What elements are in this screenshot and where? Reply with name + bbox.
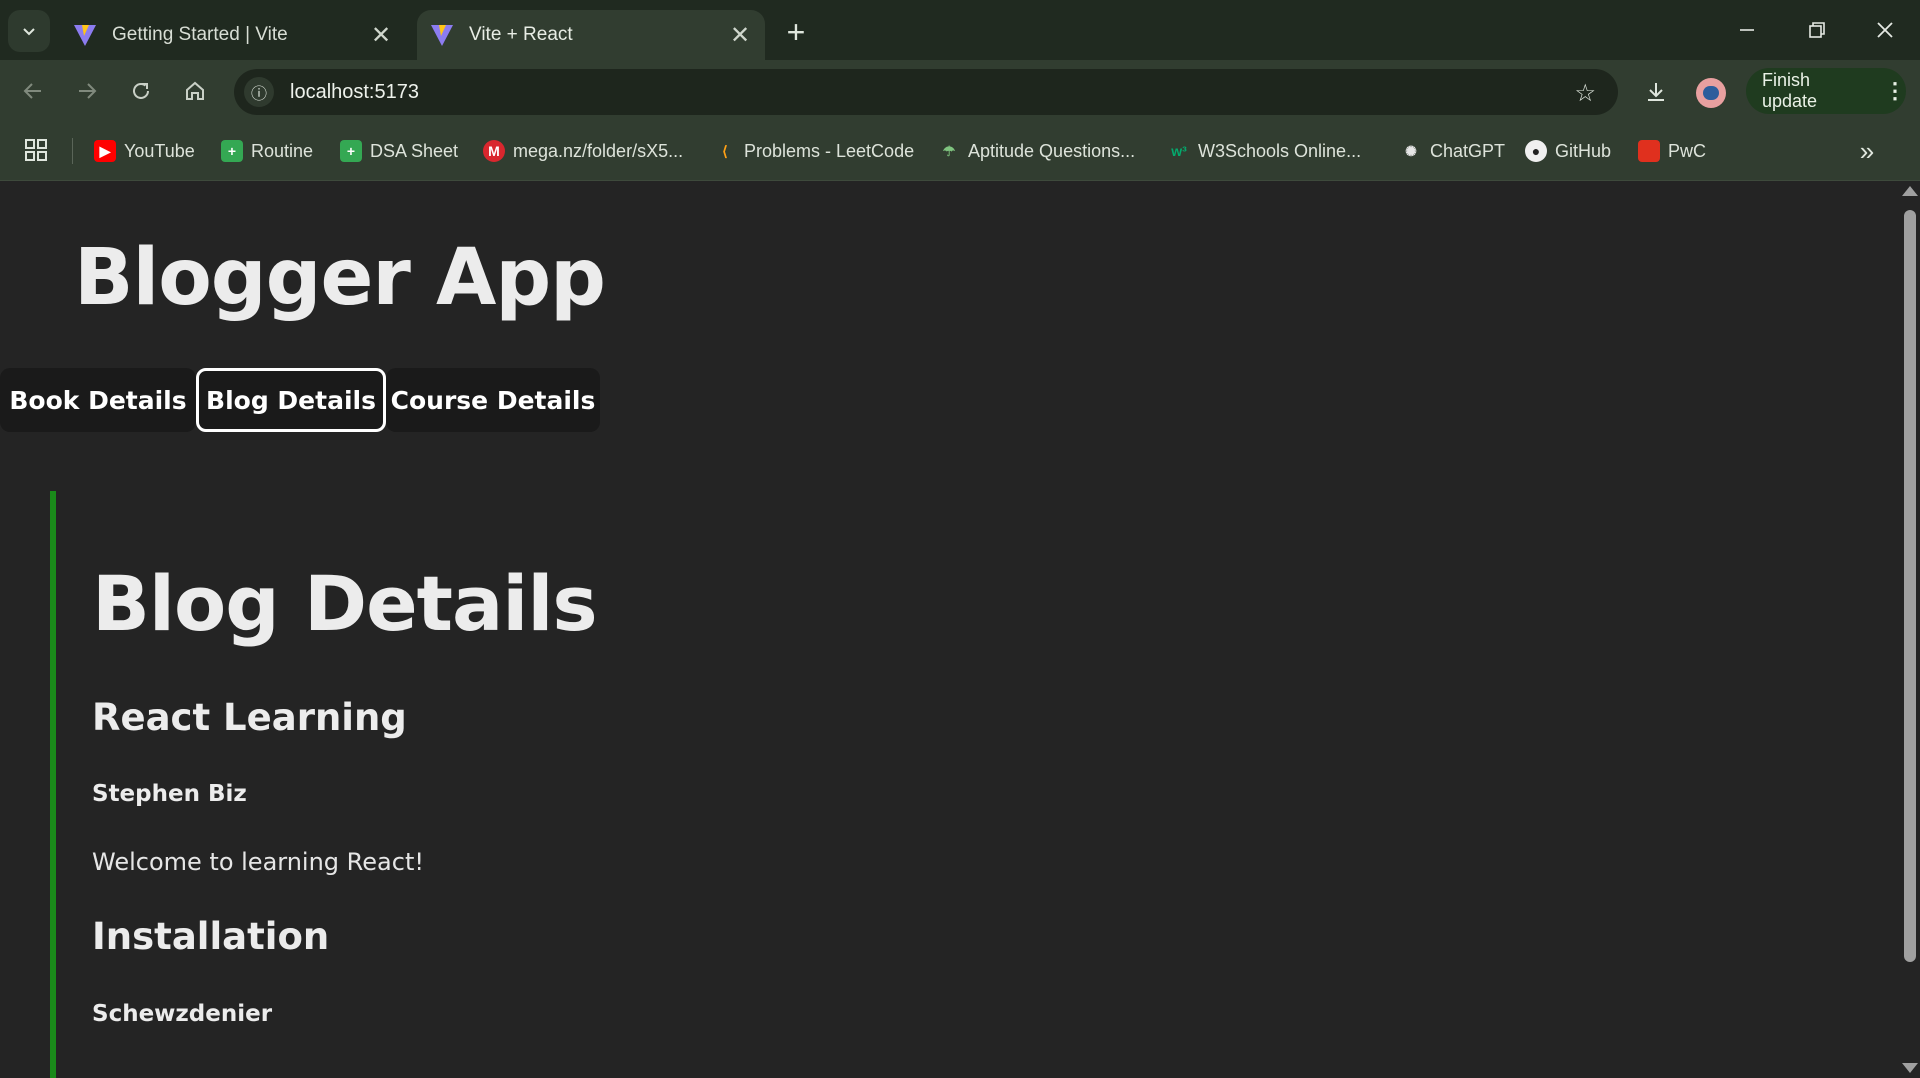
site-info-icon[interactable]: ⓘ bbox=[244, 77, 274, 107]
bookmark-label: Problems - LeetCode bbox=[744, 140, 915, 161]
new-tab-button[interactable]: + bbox=[776, 12, 816, 52]
finish-update-button[interactable]: Finish update ⋮ bbox=[1746, 68, 1906, 114]
browser-toolbar: ⓘ localhost:5173 ☆ Finish update ⋮ bbox=[0, 60, 1920, 122]
indiabix-icon: ☂ bbox=[942, 142, 956, 159]
bookmark-routine[interactable]: + Routine bbox=[221, 134, 313, 168]
bookmark-label: GitHub bbox=[1555, 140, 1612, 161]
github-icon: ● bbox=[1525, 140, 1547, 162]
tab-vite-react[interactable]: Vite + React ✕ bbox=[417, 10, 765, 60]
close-tab-icon[interactable]: ✕ bbox=[364, 18, 398, 52]
bookmark-label: W3Schools Online... bbox=[1198, 140, 1362, 161]
bookmark-label: ChatGPT bbox=[1430, 140, 1506, 161]
sheets-icon: + bbox=[340, 140, 362, 162]
bookmark-github[interactable]: ● GitHub bbox=[1525, 134, 1611, 168]
tab-title: Getting Started | Vite bbox=[112, 24, 288, 45]
mega-icon: M bbox=[483, 140, 505, 162]
bookmark-label: DSA Sheet bbox=[370, 140, 459, 161]
vite-icon bbox=[431, 25, 453, 46]
post-author: Stephen Biz bbox=[92, 781, 247, 807]
address-bar[interactable]: ⓘ localhost:5173 ☆ bbox=[234, 69, 1618, 115]
bookmark-w3schools[interactable]: w³ W3Schools Online... bbox=[1168, 134, 1361, 168]
youtube-icon: ▶ bbox=[94, 140, 116, 162]
course-details-button[interactable]: Course Details bbox=[386, 368, 600, 432]
apps-grid-icon[interactable] bbox=[24, 138, 48, 162]
bookmark-youtube[interactable]: ▶ YouTube bbox=[94, 134, 195, 168]
back-icon[interactable] bbox=[12, 70, 54, 112]
bookmark-label: YouTube bbox=[124, 140, 195, 161]
blog-details-section: Blog Details React Learning Stephen Biz … bbox=[50, 491, 1456, 1078]
more-bookmarks-icon[interactable]: » bbox=[1852, 136, 1882, 166]
forward-icon[interactable] bbox=[66, 70, 108, 112]
tab-title: Vite + React bbox=[469, 24, 573, 45]
bookmark-label: Routine bbox=[251, 140, 314, 161]
vite-icon bbox=[74, 25, 96, 46]
book-details-button[interactable]: Book Details bbox=[0, 368, 196, 432]
star-icon[interactable]: ☆ bbox=[1574, 79, 1596, 108]
w3schools-icon: w³ bbox=[1171, 143, 1187, 159]
bookmark-label: mega.nz/folder/sX5... bbox=[513, 140, 684, 161]
bookmark-aptitude[interactable]: ☂ Aptitude Questions... bbox=[938, 134, 1135, 168]
reload-icon[interactable] bbox=[120, 70, 162, 112]
profile-avatar[interactable] bbox=[1696, 78, 1726, 108]
scroll-up-icon[interactable] bbox=[1902, 186, 1918, 196]
post-content: Welcome to learning React! bbox=[92, 848, 424, 876]
home-icon[interactable] bbox=[174, 70, 216, 112]
url-text[interactable]: localhost:5173 bbox=[290, 81, 419, 104]
divider bbox=[72, 138, 73, 164]
bookmark-chatgpt[interactable]: ✺ ChatGPT bbox=[1400, 134, 1505, 168]
page-viewport: Blogger App Book Details Blog Details Co… bbox=[0, 181, 1900, 1078]
bookmark-leetcode[interactable]: ⟨ Problems - LeetCode bbox=[714, 134, 914, 168]
leetcode-icon: ⟨ bbox=[722, 142, 728, 159]
chevron-down-icon bbox=[23, 28, 35, 36]
pwc-icon bbox=[1638, 140, 1660, 162]
bookmarks-bar: ▶ YouTube + Routine + DSA Sheet M mega.n… bbox=[0, 122, 1920, 181]
section-heading: Blog Details bbox=[92, 559, 598, 648]
scroll-down-icon[interactable] bbox=[1902, 1063, 1918, 1073]
close-tab-icon[interactable]: ✕ bbox=[723, 18, 757, 52]
restore-icon[interactable] bbox=[1790, 6, 1844, 54]
scroll-thumb[interactable] bbox=[1904, 210, 1916, 962]
close-window-icon[interactable] bbox=[1858, 6, 1912, 54]
finish-update-label: Finish update bbox=[1762, 70, 1818, 111]
minimize-icon[interactable] bbox=[1720, 6, 1774, 54]
app-title: Blogger App bbox=[74, 233, 606, 323]
bookmark-label: PwC bbox=[1668, 140, 1707, 161]
menu-dots-icon: ⋮ bbox=[1884, 78, 1906, 103]
post-author: Schewzdenier bbox=[92, 1001, 273, 1027]
bookmark-mega[interactable]: M mega.nz/folder/sX5... bbox=[483, 134, 683, 168]
tab-strip: Getting Started | Vite ✕ Vite + React ✕ … bbox=[0, 0, 1920, 60]
bookmark-pwc[interactable]: PwC bbox=[1638, 134, 1706, 168]
bookmark-dsa-sheet[interactable]: + DSA Sheet bbox=[340, 134, 458, 168]
download-icon[interactable] bbox=[1636, 72, 1676, 112]
chatgpt-icon: ✺ bbox=[1405, 142, 1417, 159]
post-title: Installation bbox=[92, 915, 330, 958]
bookmark-label: Aptitude Questions... bbox=[968, 140, 1136, 161]
post-title: React Learning bbox=[92, 696, 407, 739]
tab-getting-started[interactable]: Getting Started | Vite ✕ bbox=[60, 10, 406, 60]
app-nav: Book Details Blog Details Course Details bbox=[0, 368, 600, 432]
blog-details-button[interactable]: Blog Details bbox=[196, 368, 386, 432]
sheets-icon: + bbox=[221, 140, 243, 162]
tab-search-button[interactable] bbox=[8, 10, 50, 52]
